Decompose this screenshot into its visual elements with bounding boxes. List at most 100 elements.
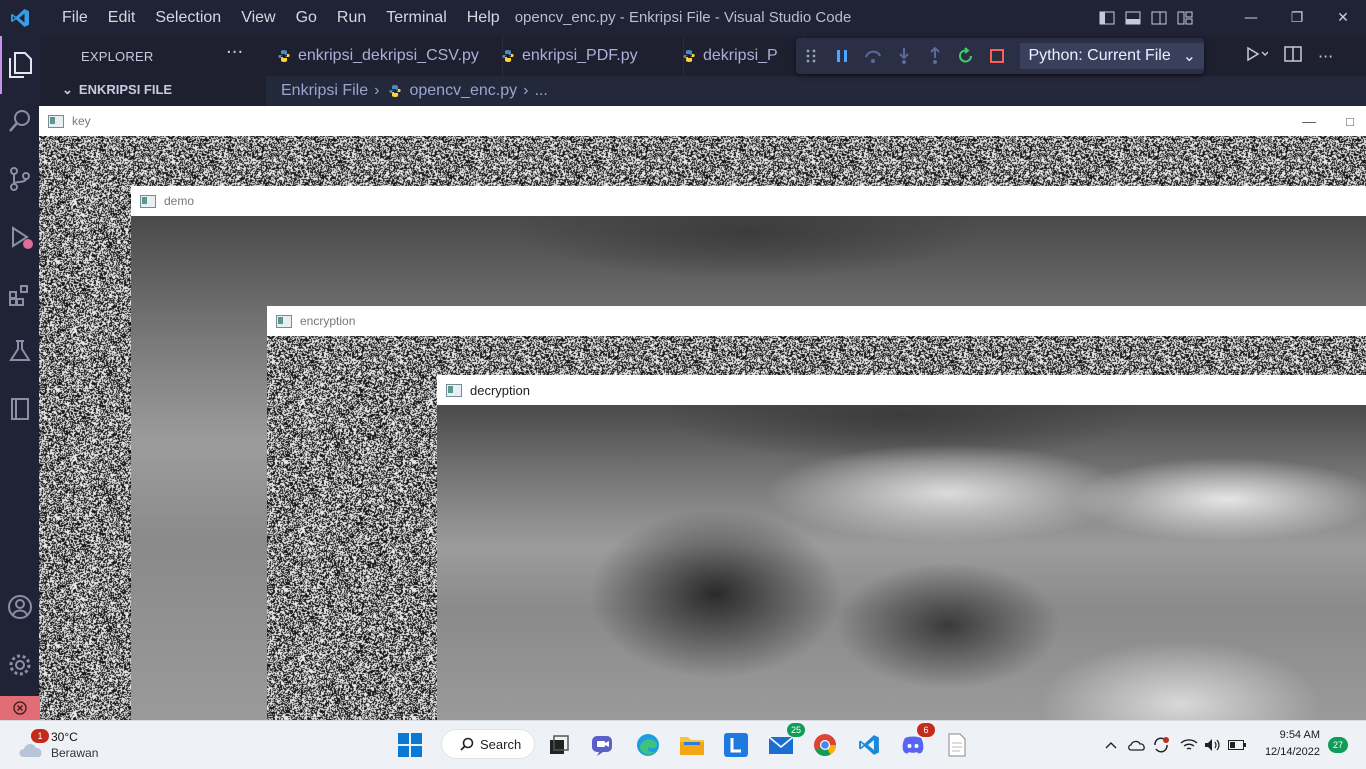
more-actions-icon[interactable]: ··· xyxy=(1318,47,1333,66)
toggle-secondary-sidebar-icon[interactable] xyxy=(1146,0,1172,36)
stop-icon[interactable] xyxy=(982,38,1013,74)
pause-icon[interactable] xyxy=(827,38,858,74)
teams-chat-icon[interactable] xyxy=(587,729,619,761)
taskbar-search[interactable]: Search xyxy=(441,729,535,759)
title-bar: File Edit Selection View Go Run Terminal… xyxy=(0,0,1366,36)
run-debug-icon[interactable] xyxy=(0,214,40,260)
onedrive-icon[interactable] xyxy=(1125,729,1149,761)
restart-icon[interactable] xyxy=(951,38,982,74)
remote-indicator[interactable] xyxy=(0,696,40,720)
weather-badge: 1 xyxy=(31,729,49,743)
weather-widget[interactable]: 1 30°C Berawan xyxy=(18,729,118,763)
breadcrumb-more[interactable]: ... xyxy=(534,82,547,100)
file-explorer-icon[interactable] xyxy=(676,729,708,761)
window-app-icon xyxy=(140,195,156,208)
discord-badge: 6 xyxy=(917,723,935,737)
extensions-icon[interactable] xyxy=(0,272,40,318)
maximize-button[interactable]: □ xyxy=(1346,114,1354,129)
tab-dekripsi-pdf[interactable]: dekripsi_P xyxy=(671,36,804,76)
battery-icon[interactable] xyxy=(1225,729,1249,761)
workspace-folder[interactable]: ⌄ ENKRIPSI FILE xyxy=(62,82,172,98)
source-control-icon[interactable] xyxy=(0,156,40,202)
mail-icon[interactable]: 25 xyxy=(765,729,797,761)
toggle-primary-sidebar-icon[interactable] xyxy=(1094,0,1120,36)
cv-window-decryption[interactable]: decryption xyxy=(437,375,1366,720)
weather-desc: Berawan xyxy=(51,746,98,760)
close-circle-icon xyxy=(13,701,27,715)
split-editor-icon[interactable] xyxy=(1284,46,1302,66)
settings-gear-icon[interactable] xyxy=(0,642,40,688)
tab-label: dekripsi_P xyxy=(703,47,778,65)
sync-icon[interactable] xyxy=(1149,729,1173,761)
title-bar-controls: — ❐ ✕ xyxy=(1094,0,1366,36)
close-button[interactable]: ✕ xyxy=(1320,0,1366,36)
cv-window-titlebar[interactable]: decryption xyxy=(437,375,1366,405)
cv-window-title: decryption xyxy=(470,383,530,398)
step-out-icon[interactable] xyxy=(920,38,951,74)
debug-configuration-label: Python: Current File xyxy=(1028,47,1170,65)
window-app-icon xyxy=(276,315,292,328)
explorer-icon[interactable] xyxy=(0,42,40,88)
notebook-icon[interactable] xyxy=(0,386,40,432)
accounts-icon[interactable] xyxy=(0,584,40,630)
minimize-button[interactable]: — xyxy=(1302,113,1316,129)
editor-actions: ··· xyxy=(1246,38,1366,74)
step-over-icon[interactable] xyxy=(858,38,889,74)
menu-go[interactable]: Go xyxy=(286,9,327,27)
volume-icon[interactable] xyxy=(1201,729,1225,761)
chevron-up-icon[interactable] xyxy=(1100,729,1122,761)
vscode-taskbar-icon[interactable] xyxy=(853,729,885,761)
more-actions-icon[interactable]: ··· xyxy=(226,42,243,63)
mail-badge: 25 xyxy=(787,723,805,737)
cv-window-titlebar[interactable]: encryption xyxy=(267,306,1366,336)
tab-enkripsi-pdf[interactable]: enkripsi_PDF.py xyxy=(490,36,684,76)
menu-edit[interactable]: Edit xyxy=(98,9,146,27)
python-file-icon xyxy=(502,50,514,62)
explorer-header: EXPLORER xyxy=(81,49,153,64)
workspace-folder-label: ENKRIPSI FILE xyxy=(79,82,172,97)
windows-taskbar: 1 30°C Berawan Search 25 6 9:54 AM 12/14… xyxy=(0,720,1366,769)
restore-button[interactable]: ❐ xyxy=(1274,0,1320,36)
customize-layout-icon[interactable] xyxy=(1172,0,1198,36)
clock[interactable]: 9:54 AM 12/14/2022 xyxy=(1250,727,1320,761)
clock-time: 9:54 AM xyxy=(1250,727,1320,744)
breadcrumb-folder[interactable]: Enkripsi File xyxy=(281,82,368,100)
clock-date: 12/14/2022 xyxy=(1250,744,1320,761)
start-button[interactable] xyxy=(394,729,426,761)
menu-terminal[interactable]: Terminal xyxy=(376,9,456,27)
search-icon[interactable] xyxy=(0,98,40,144)
edge-browser-icon[interactable] xyxy=(632,729,664,761)
discord-icon[interactable]: 6 xyxy=(897,729,929,761)
chrome-browser-icon[interactable] xyxy=(809,729,841,761)
python-file-icon xyxy=(683,50,695,62)
debug-configuration-select[interactable]: Python: Current File ⌄ xyxy=(1020,43,1204,69)
window-app-icon xyxy=(446,384,462,397)
search-icon xyxy=(460,737,474,751)
chevron-right-icon: › xyxy=(374,82,379,100)
menu-selection[interactable]: Selection xyxy=(145,9,231,27)
toggle-panel-icon[interactable] xyxy=(1120,0,1146,36)
task-view-icon[interactable] xyxy=(543,729,575,761)
testing-icon[interactable] xyxy=(0,328,40,374)
run-python-file-icon[interactable] xyxy=(1246,46,1268,66)
breadcrumb-file[interactable]: opencv_enc.py xyxy=(409,82,517,100)
menu-view[interactable]: View xyxy=(231,9,285,27)
menu-file[interactable]: File xyxy=(52,9,98,27)
cv-window-titlebar[interactable]: key — □ xyxy=(39,106,1366,136)
lark-app-icon[interactable] xyxy=(720,729,752,761)
vscode-logo-icon xyxy=(10,8,30,28)
cv-window-title: demo xyxy=(164,194,194,208)
menu-help[interactable]: Help xyxy=(457,9,510,27)
minimize-button[interactable]: — xyxy=(1228,0,1274,36)
chevron-down-icon: ⌄ xyxy=(1183,46,1196,66)
notification-count[interactable]: 27 xyxy=(1328,737,1348,753)
tab-enkripsi-dekripsi-csv[interactable]: enkripsi_dekripsi_CSV.py xyxy=(266,36,503,76)
weather-temp: 30°C xyxy=(51,730,78,744)
step-into-icon[interactable] xyxy=(889,38,920,74)
drag-handle-icon[interactable] xyxy=(796,38,827,74)
notepad-icon[interactable] xyxy=(941,729,973,761)
python-file-icon xyxy=(389,85,401,97)
cv-window-titlebar[interactable]: demo xyxy=(131,186,1366,216)
menu-run[interactable]: Run xyxy=(327,9,376,27)
wifi-icon[interactable] xyxy=(1177,729,1201,761)
